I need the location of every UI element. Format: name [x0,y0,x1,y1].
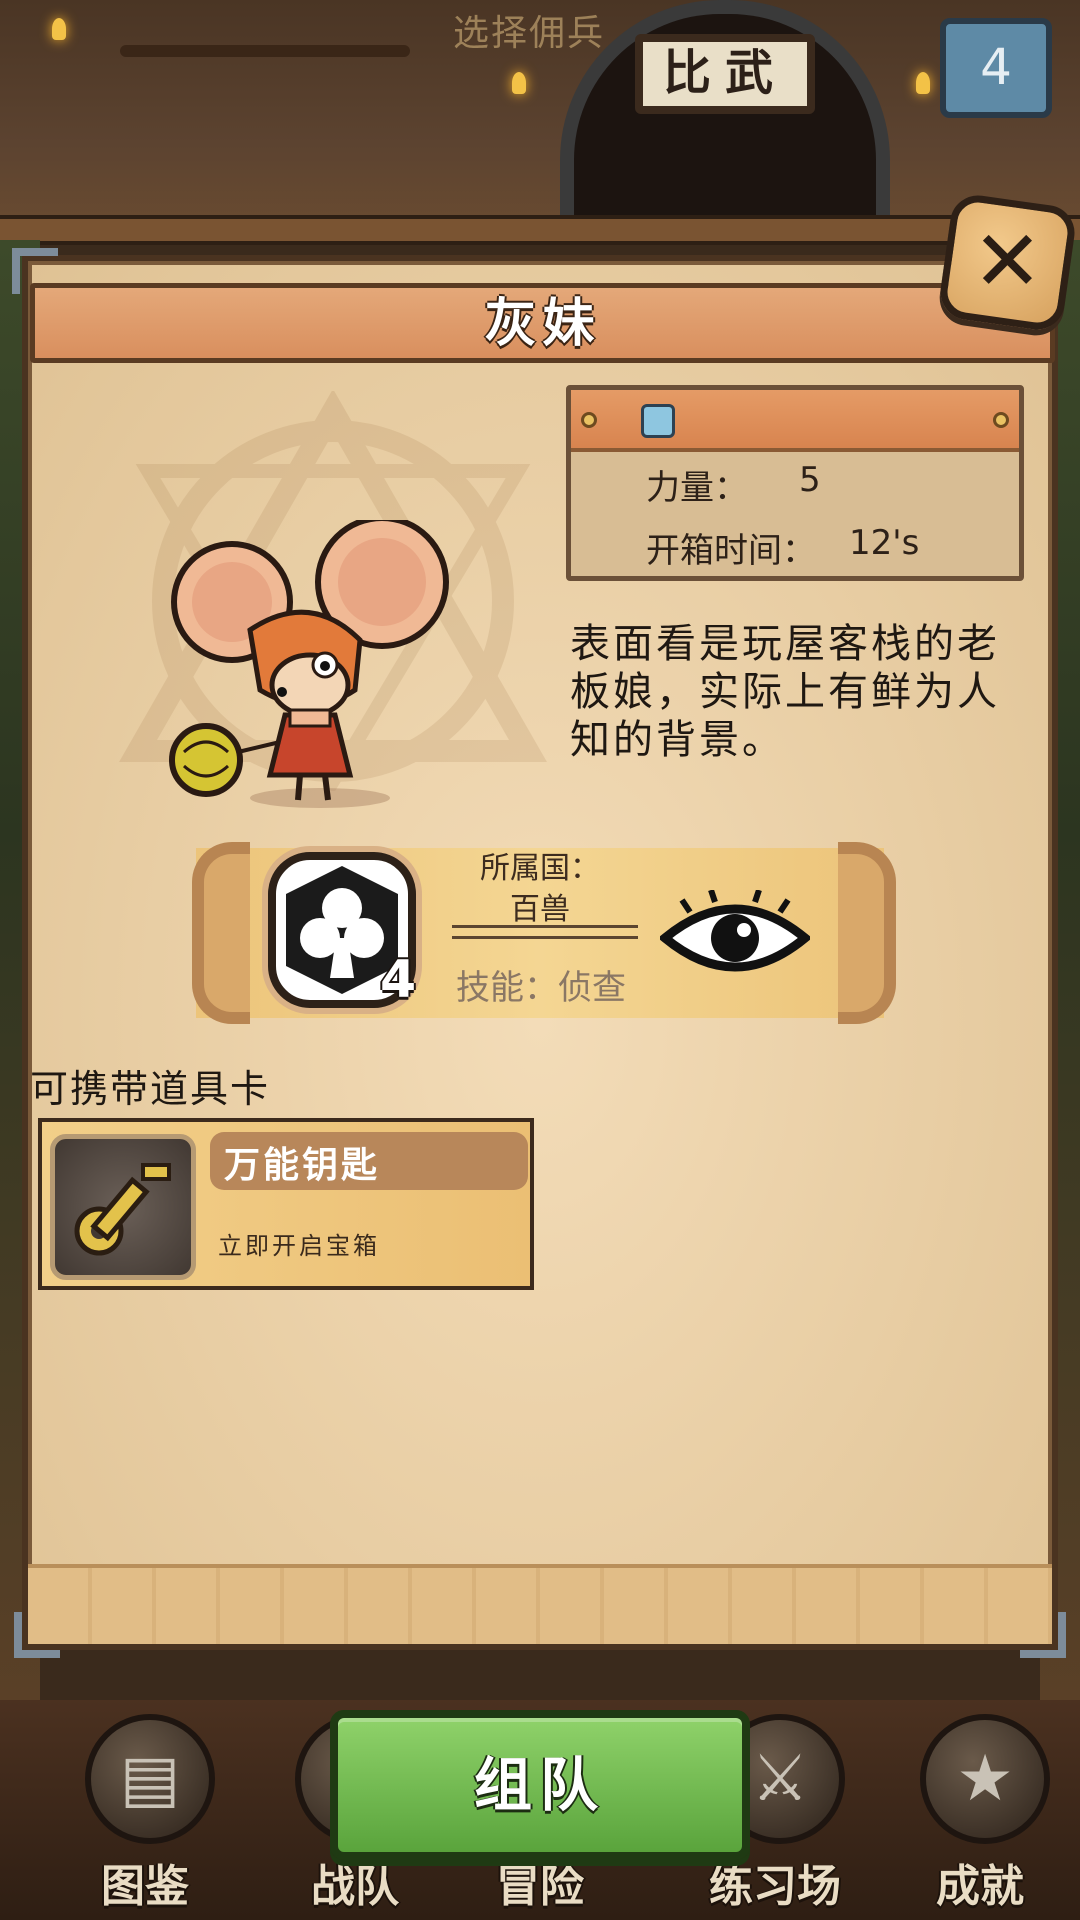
character-portrait [169,520,449,808]
panel-corner [14,1612,60,1658]
close-icon: ✕ [972,212,1043,310]
nation-value: 百兽 [510,892,570,927]
panel-floor [28,1564,1052,1644]
item-description: 立即开启宝箱 [218,1232,380,1260]
screen-title: 选择佣兵 [453,13,606,54]
stats-header [571,390,1019,452]
shirt-icon [641,404,675,438]
bracket-right [838,842,896,1024]
torch-icon [512,72,526,94]
carry-items-title: 可携带道具卡 [30,1067,271,1111]
faction-level: 4 [380,950,417,1010]
round-counter: 4 [940,18,1052,118]
item-name-bar: 万能钥匙 [210,1132,528,1190]
stat-label: 力量： [646,468,748,508]
divider-arrows [452,925,638,939]
torch-icon [52,18,66,40]
rivet-icon [993,412,1009,428]
eye-icon [660,890,810,972]
item-card[interactable]: 万能钥匙 立即开启宝箱 [38,1118,534,1290]
character-name: 灰妹 [484,294,601,354]
stat-value: 12's [849,523,920,563]
stat-row-open-time: 开箱时间： 12's [571,523,1019,573]
stat-label: 开箱时间： [646,531,816,571]
nav-item-achievements[interactable]: ★ 成就 [885,1700,1075,1920]
stat-row-strength: 力量： 5 [571,460,1019,510]
panel-corner [1020,1612,1066,1658]
book-icon: ▤ [85,1714,215,1844]
item-icon-frame [50,1134,196,1280]
nav-item-codex[interactable]: ▤ 图鉴 [50,1700,240,1920]
arena-sign: 比武 [635,34,815,114]
nav-label: 图鉴 [101,1861,189,1912]
title-bar: 灰妹 [30,283,1055,363]
torch-icon [916,72,930,94]
item-name: 万能钥匙 [224,1145,381,1186]
stat-value: 5 [799,460,821,500]
weapon-rack [120,45,410,57]
nation-label: 所属国： [480,851,600,886]
close-button[interactable]: ✕ [936,191,1079,334]
wall-strip [0,215,1080,245]
rivet-icon [581,412,597,428]
character-description: 表面看是玩屋客栈的老板娘，实际上有鲜为人知的背景。 [570,621,1000,763]
team-button[interactable]: 组队 [330,1710,750,1860]
bracket-left [192,842,250,1024]
skill-text: 技能：侦查 [456,968,626,1008]
nav-label: 成就 [936,1861,1024,1912]
key-icon [74,1163,171,1256]
stats-box: 力量： 5 开箱时间： 12's [566,385,1024,581]
team-button-label: 组队 [473,1751,606,1819]
star-icon: ★ [920,1714,1050,1844]
